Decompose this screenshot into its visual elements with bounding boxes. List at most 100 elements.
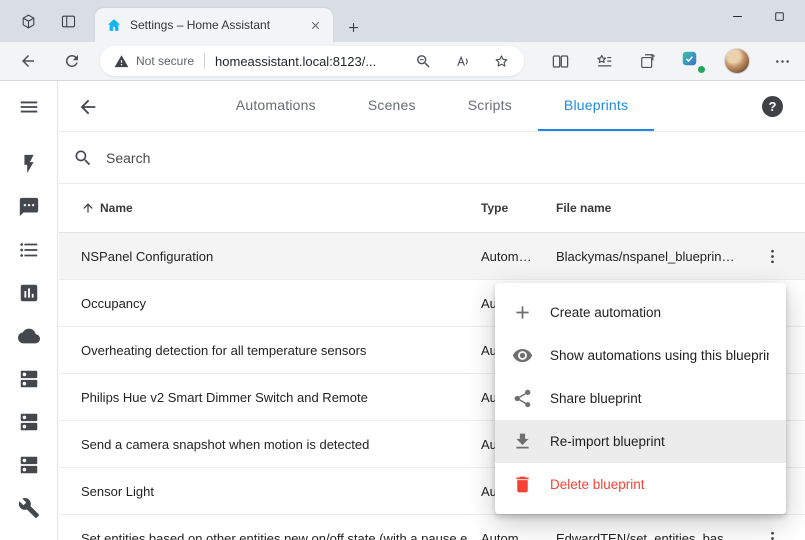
chat-icon bbox=[18, 196, 40, 218]
collections-button[interactable] bbox=[636, 49, 660, 73]
help-button[interactable]: ? bbox=[762, 96, 783, 117]
menu-item-delete-blueprint[interactable]: Delete blueprint bbox=[495, 463, 786, 506]
window-controls bbox=[716, 0, 805, 33]
new-tab-button[interactable] bbox=[340, 14, 366, 40]
sidebar-item-history[interactable] bbox=[9, 273, 49, 313]
workspaces-cube-icon bbox=[20, 13, 37, 30]
sort-ascending-icon bbox=[81, 201, 95, 215]
address-bar[interactable]: Not secure homeassistant.local:8123/... bbox=[100, 46, 524, 76]
download-icon bbox=[512, 431, 533, 452]
server-icon bbox=[18, 368, 40, 390]
maximize-icon bbox=[772, 9, 787, 24]
menu-item-reimport-blueprint[interactable]: Re-import blueprint bbox=[495, 420, 786, 463]
table-row[interactable]: Set entities based on other entities new… bbox=[59, 515, 805, 540]
search-icon bbox=[73, 148, 93, 168]
zoom-out-icon bbox=[415, 53, 432, 70]
menu-item-create-automation[interactable]: Create automation bbox=[495, 291, 786, 334]
row-name: Set entities based on other entities new… bbox=[59, 531, 481, 540]
vertical-dots-icon bbox=[763, 247, 782, 266]
lightning-icon bbox=[18, 153, 40, 175]
sidebar-menu-button[interactable] bbox=[9, 87, 49, 127]
row-name: Occupancy bbox=[59, 296, 481, 311]
eye-icon bbox=[512, 345, 533, 366]
server-icon bbox=[18, 454, 40, 476]
share-icon bbox=[512, 388, 533, 409]
tab-automations[interactable]: Automations bbox=[210, 81, 342, 131]
column-header-file[interactable]: File name bbox=[556, 201, 753, 215]
back-button[interactable] bbox=[14, 47, 42, 75]
security-label[interactable]: Not secure bbox=[136, 54, 194, 68]
close-icon bbox=[309, 19, 322, 32]
workspaces-button[interactable] bbox=[14, 7, 42, 35]
sidebar-item-developer-tools[interactable] bbox=[9, 488, 49, 528]
column-header-type[interactable]: Type bbox=[481, 201, 556, 215]
maximize-button[interactable] bbox=[758, 0, 800, 33]
table-row[interactable]: NSPanel Configuration Autom… Blackymas/n… bbox=[59, 233, 805, 280]
extension-button[interactable] bbox=[680, 49, 704, 73]
browser-window: Settings – Home Assistant bbox=[0, 0, 805, 540]
back-arrow-icon bbox=[19, 52, 37, 70]
star-icon bbox=[493, 53, 510, 70]
row-name: Philips Hue v2 Smart Dimmer Switch and R… bbox=[59, 390, 481, 405]
not-secure-warning-icon bbox=[114, 54, 129, 69]
extension-icon bbox=[680, 49, 699, 68]
cloud-icon bbox=[18, 325, 40, 347]
browser-tab-strip: Settings – Home Assistant bbox=[0, 0, 805, 42]
server-icon bbox=[18, 411, 40, 433]
read-aloud-icon bbox=[454, 53, 471, 70]
zoom-out-button[interactable] bbox=[415, 53, 432, 70]
vertical-tabs-button[interactable] bbox=[54, 7, 82, 35]
sidebar-item-server-3[interactable] bbox=[9, 445, 49, 485]
sidebar-item-assist[interactable] bbox=[9, 187, 49, 227]
bar-chart-icon bbox=[18, 282, 40, 304]
row-overflow-button[interactable] bbox=[759, 243, 785, 269]
question-mark-icon: ? bbox=[769, 99, 777, 114]
row-overflow-button[interactable] bbox=[759, 525, 785, 540]
hamburger-icon bbox=[18, 96, 40, 118]
plus-icon bbox=[512, 302, 533, 323]
row-name: Sensor Light bbox=[59, 484, 481, 499]
read-aloud-button[interactable] bbox=[454, 53, 471, 70]
row-name: NSPanel Configuration bbox=[59, 249, 481, 264]
vertical-tabs-icon bbox=[60, 13, 77, 30]
sidebar-item-logbook[interactable] bbox=[9, 230, 49, 270]
sidebar-item-cloud[interactable] bbox=[9, 316, 49, 356]
favorite-star-button[interactable] bbox=[493, 53, 510, 70]
url-text[interactable]: homeassistant.local:8123/... bbox=[215, 54, 407, 69]
menu-item-show-automations[interactable]: Show automations using this blueprint bbox=[495, 334, 786, 377]
search-input[interactable] bbox=[106, 150, 426, 166]
vertical-dots-icon bbox=[763, 529, 782, 540]
close-tab-button[interactable] bbox=[306, 16, 324, 34]
refresh-button[interactable] bbox=[58, 47, 86, 75]
favorites-hub-button[interactable] bbox=[592, 49, 616, 73]
wrench-icon bbox=[18, 497, 40, 519]
browser-menu-button[interactable] bbox=[770, 49, 794, 73]
menu-item-share-blueprint[interactable]: Share blueprint bbox=[495, 377, 786, 420]
extension-status-badge bbox=[697, 65, 706, 74]
sidebar-item-server-2[interactable] bbox=[9, 402, 49, 442]
row-file: Blackymas/nspanel_blueprin… bbox=[556, 249, 753, 264]
divider bbox=[204, 53, 205, 69]
browser-tab[interactable]: Settings – Home Assistant bbox=[95, 8, 333, 42]
profile-avatar[interactable] bbox=[724, 48, 750, 74]
split-screen-button[interactable] bbox=[548, 49, 572, 73]
ha-header: Automations Scenes Scripts Blueprints ? bbox=[59, 81, 805, 132]
trash-icon bbox=[512, 474, 533, 495]
table-header: Name Type File name bbox=[59, 184, 805, 233]
ha-tab-bar: Automations Scenes Scripts Blueprints bbox=[59, 81, 805, 131]
tab-blueprints[interactable]: Blueprints bbox=[538, 81, 654, 131]
minimize-button[interactable] bbox=[716, 0, 758, 33]
sidebar-item-server-1[interactable] bbox=[9, 359, 49, 399]
search-bar[interactable] bbox=[59, 132, 805, 184]
collections-icon bbox=[639, 52, 658, 71]
row-file: EdwardTEN/set_entities_bas… bbox=[556, 531, 753, 540]
column-header-name[interactable]: Name bbox=[59, 201, 481, 215]
tab-scripts[interactable]: Scripts bbox=[442, 81, 538, 131]
tab-scenes[interactable]: Scenes bbox=[342, 81, 442, 131]
ha-sidebar bbox=[0, 81, 58, 540]
refresh-icon bbox=[63, 52, 81, 70]
close-window-button[interactable] bbox=[800, 0, 805, 33]
row-type: Autom… bbox=[481, 249, 556, 264]
sidebar-item-energy[interactable] bbox=[9, 144, 49, 184]
favorites-hub-icon bbox=[595, 52, 614, 71]
